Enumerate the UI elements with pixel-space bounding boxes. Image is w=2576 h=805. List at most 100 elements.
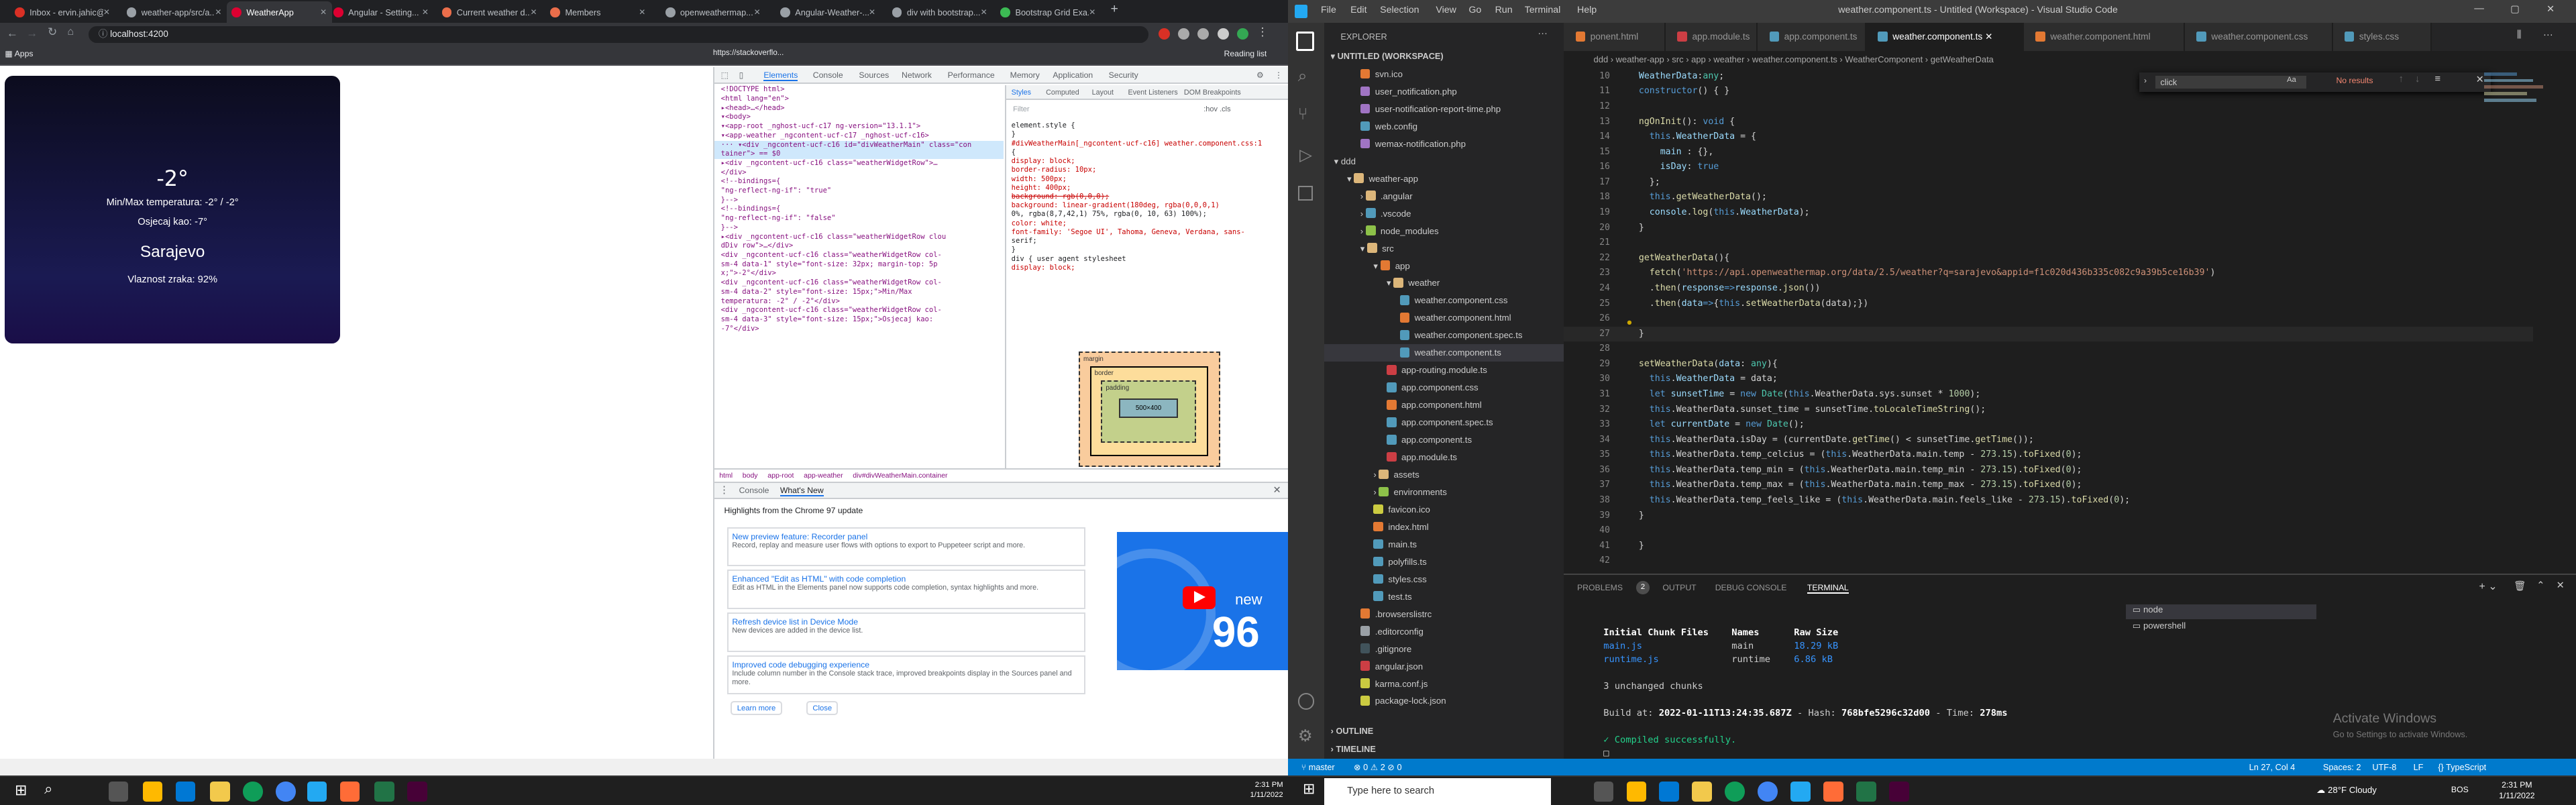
branch-status[interactable]: ⑂ master [1301,762,1335,772]
dom-node[interactable]: ▸<div _ngcontent-ucf-c16 class="weatherW… [714,159,1004,168]
maximize-panel-icon[interactable]: ⌃ [2536,580,2544,591]
menu-item-help[interactable]: Help [1577,5,1597,15]
tree-item[interactable]: index.html [1324,519,1564,536]
breadcrumb-item[interactable]: app-weather [804,472,843,480]
devtools-menu-icon[interactable]: ⋮ [1275,70,1283,80]
code-line[interactable]: 35 this.WeatherData.temp_celcius = (this… [1564,447,2533,463]
tree-item[interactable]: wemax-notification.php [1324,136,1564,153]
dom-node[interactable]: <div _ngcontent-ucf-c16 class="weatherWi… [714,278,1004,288]
terminal-node[interactable]: ▭ node [2125,604,2317,619]
panel-tab-output[interactable]: OUTPUT [1662,583,1696,592]
dom-node[interactable]: <!--bindings={ [714,177,1004,186]
styles-tab[interactable]: Event Listeners [1128,89,1178,97]
tab-close-icon[interactable]: ✕ [531,7,537,17]
panel-tab-terminal[interactable]: TERMINAL [1807,583,1849,594]
sticky-notes-icon[interactable] [143,782,163,802]
back-icon[interactable]: ← [7,26,18,40]
tree-item[interactable]: package-lock.json [1324,692,1564,710]
problems-status[interactable]: ⊗ 0 ⚠ 2 ⊘ 0 [1354,762,1402,773]
styles-filter-input[interactable]: Filter [1013,105,1193,119]
indentation[interactable]: Spaces: 2 [2323,762,2361,772]
breadcrumb-item[interactable]: body [743,472,758,480]
chevron-icon[interactable]: › [1360,209,1366,219]
tree-item[interactable]: ▾ weather-app [1324,170,1564,188]
tab-close-icon[interactable]: ✕ [639,7,645,17]
code-line[interactable]: 41 } [1564,539,2533,554]
dom-node[interactable]: sm-4 data-2" style="font-size: 15px;">Mi… [714,288,1004,297]
tree-item[interactable]: weather.component.ts [1324,344,1564,362]
tree-item[interactable]: › node_modules [1324,223,1564,240]
dom-node[interactable]: <!--bindings={ [714,205,1004,214]
tree-item[interactable]: › .angular [1324,188,1564,205]
extension-icon[interactable] [1197,28,1210,40]
code-line[interactable]: 34 this.WeatherData.isDay = (currentDate… [1564,433,2533,448]
xd-icon-2[interactable] [1889,782,1909,802]
devtools-tab[interactable]: Console [813,70,843,80]
tab-close-icon[interactable]: ✕ [320,7,327,17]
profile-avatar[interactable] [1237,28,1249,40]
search-icon[interactable]: ⌕ [1298,67,1307,86]
dom-node[interactable]: temperatura: -2° / -2°</div> [714,297,1004,307]
dom-node[interactable]: "ng-reflect-ng-if": "false" [714,214,1004,223]
new-terminal-icon[interactable]: + ⌄ [2479,580,2498,593]
styles-tab[interactable]: DOM Breakpoints [1184,89,1241,97]
browser-tab[interactable]: Angular - Setting... ✕ [329,1,434,23]
timeline-section[interactable]: › TIMELINE [1331,744,1376,754]
devtools-tab[interactable]: Network [902,70,932,80]
menu-item-terminal[interactable]: Terminal [1525,5,1561,15]
news-item[interactable]: Improved code debugging experience Includ… [727,655,1086,695]
dom-node[interactable]: dDiv row">…</div> [714,241,1004,251]
drawer-tab-whats-new[interactable]: What's New [780,486,824,497]
news-item[interactable]: New preview feature: Recorder panel Recor… [727,527,1086,567]
chevron-icon[interactable]: › [1373,470,1379,480]
kebab-menu-icon[interactable]: ⋮ [1256,25,1268,39]
youtube-play-icon[interactable] [1182,586,1216,610]
url-input[interactable]: ⓘ localhost:4200 [89,26,1148,43]
news-title[interactable]: Refresh device list in Device Mode [732,617,1081,627]
new-tab-icon[interactable]: + [1111,1,1118,17]
tree-item[interactable]: › environments [1324,484,1564,501]
code-line[interactable]: 24 .then(response=>response.json()) [1564,281,2533,297]
browser-tab[interactable]: WeatherApp ✕ [226,1,332,23]
browser-tab[interactable]: openweathermap... ✕ [660,1,765,23]
dom-node[interactable]: -7°</div> [714,325,1004,334]
code-line[interactable]: 19 console.log(this.WeatherData); [1564,205,2533,221]
tree-item[interactable]: main.ts [1324,536,1564,553]
tree-item[interactable]: angular.json [1324,658,1564,676]
browser-tab[interactable]: Inbox - ervin.jahic@...✕ [10,1,115,23]
tab-close-icon[interactable]: ✕ [869,7,875,17]
tab-close-icon[interactable]: ✕ [981,7,987,17]
chrome-icon[interactable] [276,782,296,802]
files-icon[interactable] [1296,31,1315,51]
more-actions-icon[interactable]: ··· [2543,30,2553,40]
tree-item[interactable]: user-notification-report-time.php [1324,101,1564,118]
lightbulb-icon[interactable]: ● [1627,317,1633,328]
code-line[interactable]: 23 fetch('https://api.openweathermap.org… [1564,266,2533,281]
code-line[interactable]: 39 } [1564,508,2533,524]
close-button[interactable]: Close [806,701,839,716]
browser-tab[interactable]: Current weather d... ✕ [437,1,542,23]
tree-item[interactable]: web.config [1324,118,1564,136]
code-line[interactable]: 33 let currentDate = new Date(); [1564,417,2533,433]
windows-start-icon[interactable]: ⊞ [15,782,27,799]
menu-item-view[interactable]: View [1436,5,1456,15]
code-line[interactable]: 15 main : {}, [1564,145,2533,160]
mail-icon[interactable] [176,782,196,802]
tab-close-icon[interactable]: ✕ [103,7,110,17]
breadcrumb-item[interactable]: html [719,472,733,480]
browser-tab[interactable]: Bootstrap Grid Exa... ✕ [996,1,1101,23]
code-line[interactable]: 17 }; [1564,175,2533,191]
tree-item[interactable]: ▾ src [1324,240,1564,258]
home-icon[interactable]: ⌂ [67,26,74,38]
terminal-output[interactable]: Initial Chunk Files Names Raw Size main.js m… [1603,626,2425,759]
tree-item[interactable]: weather.component.spec.ts [1324,327,1564,344]
menu-item-run[interactable]: Run [1495,5,1513,15]
clock[interactable]: 2:31 PM 1/11/2022 [2484,780,2550,802]
extension-icon[interactable] [1177,28,1190,40]
dom-node[interactable]: ▸<head>…</head> [714,104,1004,113]
reading-list[interactable]: Reading list [1224,49,1267,58]
minimize-icon[interactable]: — [2474,3,2484,14]
menu-item-go[interactable]: Go [1468,5,1481,15]
terminal-prompt[interactable]: □ [1603,747,2425,759]
code-line[interactable]: 16 isDay: true [1564,160,2533,175]
